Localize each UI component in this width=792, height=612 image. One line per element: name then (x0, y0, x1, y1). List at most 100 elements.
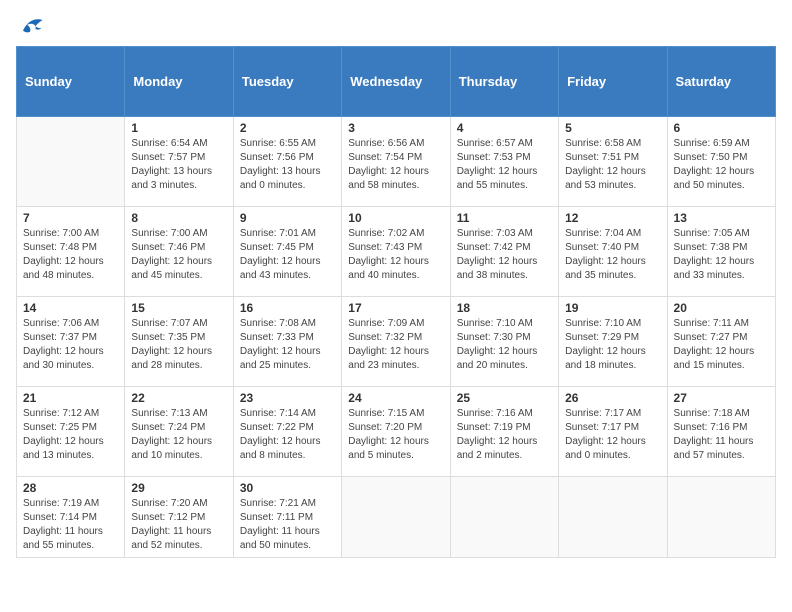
calendar-cell (450, 477, 558, 558)
day-info: Sunrise: 7:11 AMSunset: 7:27 PMDaylight:… (674, 317, 769, 373)
calendar-cell: 24 Sunrise: 7:15 AMSunset: 7:20 PMDaylig… (342, 387, 450, 477)
day-number: 3 (348, 121, 443, 135)
day-number: 12 (565, 211, 660, 225)
calendar-cell: 20 Sunrise: 7:11 AMSunset: 7:27 PMDaylig… (667, 297, 775, 387)
day-info: Sunrise: 6:54 AMSunset: 7:57 PMDaylight:… (131, 137, 226, 193)
calendar-cell: 4 Sunrise: 6:57 AMSunset: 7:53 PMDayligh… (450, 117, 558, 207)
calendar-cell: 15 Sunrise: 7:07 AMSunset: 7:35 PMDaylig… (125, 297, 233, 387)
day-info: Sunrise: 7:13 AMSunset: 7:24 PMDaylight:… (131, 407, 226, 463)
calendar-cell: 10 Sunrise: 7:02 AMSunset: 7:43 PMDaylig… (342, 207, 450, 297)
calendar-cell: 18 Sunrise: 7:10 AMSunset: 7:30 PMDaylig… (450, 297, 558, 387)
calendar-cell: 21 Sunrise: 7:12 AMSunset: 7:25 PMDaylig… (17, 387, 125, 477)
day-info: Sunrise: 7:05 AMSunset: 7:38 PMDaylight:… (674, 227, 769, 283)
weekday-header-row: SundayMondayTuesdayWednesdayThursdayFrid… (17, 47, 776, 117)
calendar-cell: 11 Sunrise: 7:03 AMSunset: 7:42 PMDaylig… (450, 207, 558, 297)
day-number: 22 (131, 391, 226, 405)
day-info: Sunrise: 6:58 AMSunset: 7:51 PMDaylight:… (565, 137, 660, 193)
calendar-cell: 8 Sunrise: 7:00 AMSunset: 7:46 PMDayligh… (125, 207, 233, 297)
day-number: 15 (131, 301, 226, 315)
calendar-cell: 27 Sunrise: 7:18 AMSunset: 7:16 PMDaylig… (667, 387, 775, 477)
day-number: 14 (23, 301, 118, 315)
day-info: Sunrise: 7:18 AMSunset: 7:16 PMDaylight:… (674, 407, 769, 463)
day-number: 9 (240, 211, 335, 225)
day-number: 6 (674, 121, 769, 135)
day-info: Sunrise: 7:02 AMSunset: 7:43 PMDaylight:… (348, 227, 443, 283)
logo-bird-icon (16, 16, 44, 38)
day-info: Sunrise: 7:21 AMSunset: 7:11 PMDaylight:… (240, 497, 335, 553)
day-number: 10 (348, 211, 443, 225)
day-info: Sunrise: 7:12 AMSunset: 7:25 PMDaylight:… (23, 407, 118, 463)
calendar-week-row: 1 Sunrise: 6:54 AMSunset: 7:57 PMDayligh… (17, 117, 776, 207)
calendar-cell: 28 Sunrise: 7:19 AMSunset: 7:14 PMDaylig… (17, 477, 125, 558)
calendar-cell: 13 Sunrise: 7:05 AMSunset: 7:38 PMDaylig… (667, 207, 775, 297)
calendar-cell: 22 Sunrise: 7:13 AMSunset: 7:24 PMDaylig… (125, 387, 233, 477)
day-number: 7 (23, 211, 118, 225)
day-info: Sunrise: 7:14 AMSunset: 7:22 PMDaylight:… (240, 407, 335, 463)
day-number: 13 (674, 211, 769, 225)
day-info: Sunrise: 6:59 AMSunset: 7:50 PMDaylight:… (674, 137, 769, 193)
day-number: 27 (674, 391, 769, 405)
day-info: Sunrise: 7:15 AMSunset: 7:20 PMDaylight:… (348, 407, 443, 463)
day-number: 11 (457, 211, 552, 225)
day-info: Sunrise: 7:00 AMSunset: 7:48 PMDaylight:… (23, 227, 118, 283)
day-info: Sunrise: 7:20 AMSunset: 7:12 PMDaylight:… (131, 497, 226, 553)
calendar-cell: 9 Sunrise: 7:01 AMSunset: 7:45 PMDayligh… (233, 207, 341, 297)
weekday-header-friday: Friday (559, 47, 667, 117)
calendar-cell (559, 477, 667, 558)
weekday-header-wednesday: Wednesday (342, 47, 450, 117)
day-number: 8 (131, 211, 226, 225)
day-info: Sunrise: 7:17 AMSunset: 7:17 PMDaylight:… (565, 407, 660, 463)
day-info: Sunrise: 7:09 AMSunset: 7:32 PMDaylight:… (348, 317, 443, 373)
weekday-header-saturday: Saturday (667, 47, 775, 117)
calendar-week-row: 7 Sunrise: 7:00 AMSunset: 7:48 PMDayligh… (17, 207, 776, 297)
day-info: Sunrise: 7:07 AMSunset: 7:35 PMDaylight:… (131, 317, 226, 373)
calendar-cell: 30 Sunrise: 7:21 AMSunset: 7:11 PMDaylig… (233, 477, 341, 558)
day-number: 29 (131, 481, 226, 495)
day-info: Sunrise: 7:16 AMSunset: 7:19 PMDaylight:… (457, 407, 552, 463)
day-info: Sunrise: 6:57 AMSunset: 7:53 PMDaylight:… (457, 137, 552, 193)
day-info: Sunrise: 7:19 AMSunset: 7:14 PMDaylight:… (23, 497, 118, 553)
weekday-header-tuesday: Tuesday (233, 47, 341, 117)
calendar-cell: 25 Sunrise: 7:16 AMSunset: 7:19 PMDaylig… (450, 387, 558, 477)
calendar-cell: 29 Sunrise: 7:20 AMSunset: 7:12 PMDaylig… (125, 477, 233, 558)
day-info: Sunrise: 7:04 AMSunset: 7:40 PMDaylight:… (565, 227, 660, 283)
weekday-header-sunday: Sunday (17, 47, 125, 117)
day-info: Sunrise: 7:01 AMSunset: 7:45 PMDaylight:… (240, 227, 335, 283)
calendar-week-row: 21 Sunrise: 7:12 AMSunset: 7:25 PMDaylig… (17, 387, 776, 477)
day-number: 26 (565, 391, 660, 405)
day-number: 2 (240, 121, 335, 135)
day-info: Sunrise: 6:56 AMSunset: 7:54 PMDaylight:… (348, 137, 443, 193)
calendar-cell: 2 Sunrise: 6:55 AMSunset: 7:56 PMDayligh… (233, 117, 341, 207)
calendar-week-row: 14 Sunrise: 7:06 AMSunset: 7:37 PMDaylig… (17, 297, 776, 387)
day-info: Sunrise: 7:03 AMSunset: 7:42 PMDaylight:… (457, 227, 552, 283)
day-number: 4 (457, 121, 552, 135)
calendar-cell: 14 Sunrise: 7:06 AMSunset: 7:37 PMDaylig… (17, 297, 125, 387)
day-info: Sunrise: 7:08 AMSunset: 7:33 PMDaylight:… (240, 317, 335, 373)
calendar-cell: 1 Sunrise: 6:54 AMSunset: 7:57 PMDayligh… (125, 117, 233, 207)
day-number: 30 (240, 481, 335, 495)
logo[interactable] (16, 16, 48, 38)
weekday-header-thursday: Thursday (450, 47, 558, 117)
calendar-cell (342, 477, 450, 558)
day-number: 17 (348, 301, 443, 315)
calendar-cell: 19 Sunrise: 7:10 AMSunset: 7:29 PMDaylig… (559, 297, 667, 387)
day-number: 16 (240, 301, 335, 315)
day-number: 18 (457, 301, 552, 315)
day-number: 23 (240, 391, 335, 405)
day-info: Sunrise: 7:10 AMSunset: 7:29 PMDaylight:… (565, 317, 660, 373)
calendar-cell (667, 477, 775, 558)
day-number: 5 (565, 121, 660, 135)
page-header (16, 16, 776, 38)
calendar-cell: 23 Sunrise: 7:14 AMSunset: 7:22 PMDaylig… (233, 387, 341, 477)
calendar-cell: 26 Sunrise: 7:17 AMSunset: 7:17 PMDaylig… (559, 387, 667, 477)
calendar-cell: 5 Sunrise: 6:58 AMSunset: 7:51 PMDayligh… (559, 117, 667, 207)
day-info: Sunrise: 7:06 AMSunset: 7:37 PMDaylight:… (23, 317, 118, 373)
weekday-header-monday: Monday (125, 47, 233, 117)
day-number: 19 (565, 301, 660, 315)
calendar-cell: 6 Sunrise: 6:59 AMSunset: 7:50 PMDayligh… (667, 117, 775, 207)
calendar-week-row: 28 Sunrise: 7:19 AMSunset: 7:14 PMDaylig… (17, 477, 776, 558)
day-number: 28 (23, 481, 118, 495)
calendar-cell: 17 Sunrise: 7:09 AMSunset: 7:32 PMDaylig… (342, 297, 450, 387)
day-info: Sunrise: 7:00 AMSunset: 7:46 PMDaylight:… (131, 227, 226, 283)
calendar-cell: 3 Sunrise: 6:56 AMSunset: 7:54 PMDayligh… (342, 117, 450, 207)
